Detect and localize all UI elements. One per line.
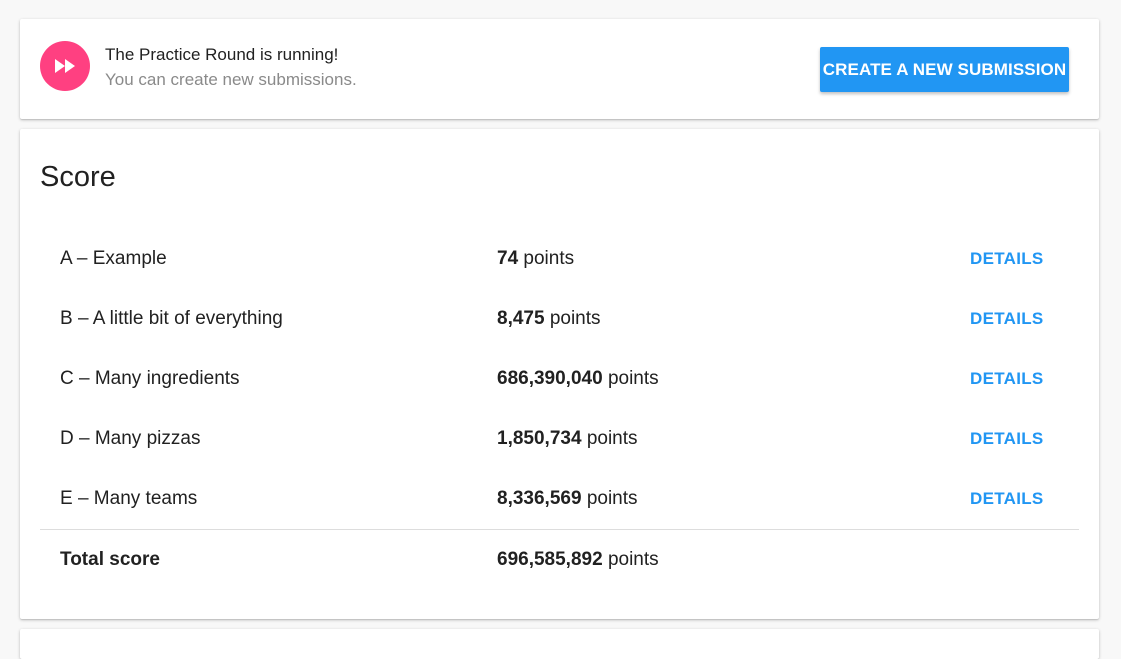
problem-name: A – Example xyxy=(60,248,167,269)
points-unit: points xyxy=(549,308,601,329)
score-row-b: B – A little bit of everything 8,475 poi… xyxy=(20,289,1099,349)
points-unit: points xyxy=(586,428,638,449)
total-score-label: Total score xyxy=(60,549,160,570)
score-row-e: E – Many teams 8,336,569 points DETAILS xyxy=(20,469,1099,529)
total-score-points: 696,585,892 points xyxy=(497,549,659,571)
details-link-c[interactable]: DETAILS xyxy=(970,369,1044,389)
score-row-c: C – Many ingredients 686,390,040 points … xyxy=(20,349,1099,409)
points-value: 1,850,734 xyxy=(497,428,582,449)
score-heading: Score xyxy=(40,161,116,193)
next-card xyxy=(20,629,1099,659)
round-status-title: The Practice Round is running! xyxy=(105,45,339,64)
details-link-e[interactable]: DETAILS xyxy=(970,489,1044,509)
total-points-value: 696,585,892 xyxy=(497,549,603,570)
details-link-d[interactable]: DETAILS xyxy=(970,429,1044,449)
problem-points: 74 points xyxy=(497,248,574,270)
points-unit: points xyxy=(607,549,659,570)
details-link-a[interactable]: DETAILS xyxy=(970,249,1044,269)
points-value: 8,336,569 xyxy=(497,488,582,509)
points-value: 74 xyxy=(497,248,519,269)
points-unit: points xyxy=(607,368,659,389)
problem-name: B – A little bit of everything xyxy=(60,308,283,329)
problem-name: C – Many ingredients xyxy=(60,368,240,389)
problem-points: 1,850,734 points xyxy=(497,428,638,450)
problem-points: 686,390,040 points xyxy=(497,368,659,390)
round-status-card: The Practice Round is running! You can c… xyxy=(20,19,1099,119)
problem-name: D – Many pizzas xyxy=(60,428,201,449)
score-row-d: D – Many pizzas 1,850,734 points DETAILS xyxy=(20,409,1099,469)
points-unit: points xyxy=(586,488,638,509)
round-status-subtitle: You can create new submissions. xyxy=(105,70,357,89)
total-score-row: Total score 696,585,892 points xyxy=(20,530,1099,590)
score-row-a: A – Example 74 points DETAILS xyxy=(20,229,1099,289)
points-value: 8,475 xyxy=(497,308,545,329)
fast-forward-icon xyxy=(40,41,90,91)
problem-points: 8,475 points xyxy=(497,308,601,330)
points-unit: points xyxy=(523,248,575,269)
details-link-b[interactable]: DETAILS xyxy=(970,309,1044,329)
problem-name: E – Many teams xyxy=(60,488,198,509)
create-submission-button[interactable]: CREATE A NEW SUBMISSION xyxy=(820,47,1069,92)
score-card: Score A – Example 74 points DETAILS B – … xyxy=(20,129,1099,619)
points-value: 686,390,040 xyxy=(497,368,603,389)
problem-points: 8,336,569 points xyxy=(497,488,638,510)
